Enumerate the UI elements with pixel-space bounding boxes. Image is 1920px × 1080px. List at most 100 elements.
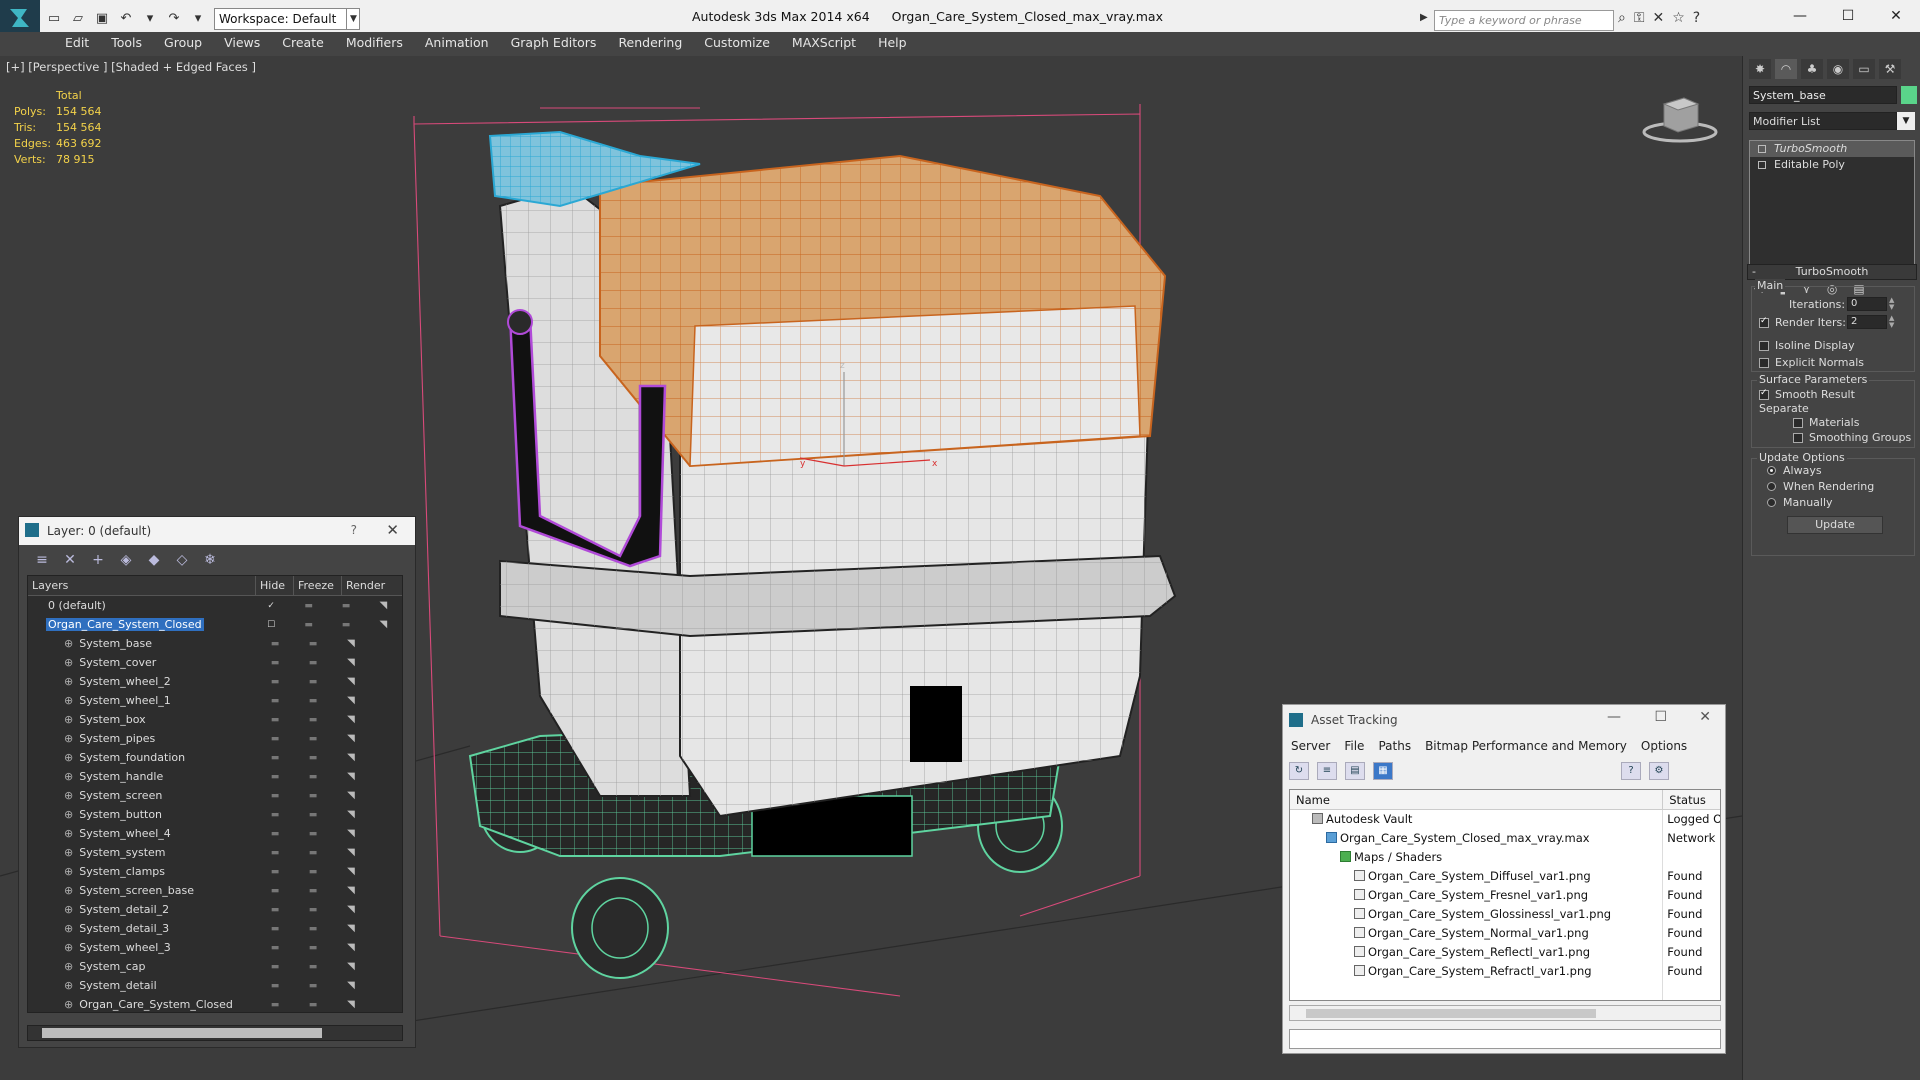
freeze-toggle[interactable]: ▬ — [327, 601, 364, 611]
open-file-icon[interactable]: ▱ — [68, 8, 88, 28]
app-menu-button[interactable] — [0, 0, 40, 36]
redo-icon[interactable]: ↷ — [164, 8, 184, 28]
hide-toggle[interactable]: ▬ — [256, 734, 294, 744]
asset-horizontal-scrollbar[interactable] — [1289, 1005, 1721, 1021]
freeze-toggle[interactable]: ▬ — [294, 962, 332, 972]
asset-row[interactable]: Organ_Care_System_Fresnel_var1.png Found — [1290, 886, 1720, 905]
hide-toggle[interactable]: ▬ — [256, 677, 294, 687]
render-toggle-icon[interactable]: ◥ — [365, 600, 402, 611]
layer-object-row[interactable]: ⊕ System_screen ▬ ▬ ◥ — [28, 786, 402, 805]
menu-bitmap-performance[interactable]: Bitmap Performance and Memory — [1425, 739, 1627, 757]
render-toggle-icon[interactable]: ◥ — [332, 847, 370, 858]
layer-object-row[interactable]: ⊕ System_detail_2 ▬ ▬ ◥ — [28, 900, 402, 919]
render-toggle-icon[interactable]: ◥ — [332, 904, 370, 915]
help-icon[interactable]: ? — [1621, 762, 1641, 780]
freeze-toggle[interactable]: ▬ — [294, 715, 332, 725]
layer-object-row[interactable]: ⊕ System_detail_3 ▬ ▬ ◥ — [28, 919, 402, 938]
menu-animation[interactable]: Animation — [414, 32, 500, 54]
spinner-arrows-icon[interactable]: ▲ ▼ — [1889, 297, 1897, 311]
layer-object-row[interactable]: ⊕ System_clamps ▬ ▬ ◥ — [28, 862, 402, 881]
menu-graph-editors[interactable]: Graph Editors — [500, 32, 608, 54]
maximize-button[interactable]: ☐ — [1654, 709, 1667, 725]
motion-tab-icon[interactable]: ◉ — [1827, 59, 1849, 79]
close-icon[interactable]: ✕ — [386, 521, 399, 539]
render-toggle-icon[interactable]: ◥ — [332, 638, 370, 649]
active-box-icon[interactable]: ☐ — [253, 620, 290, 630]
spinner-arrows-icon[interactable]: ▲ ▼ — [1889, 315, 1897, 329]
render-toggle-icon[interactable]: ◥ — [332, 828, 370, 839]
table-view-icon[interactable]: ▦ — [1373, 762, 1393, 780]
freeze-toggle[interactable]: ▬ — [294, 772, 332, 782]
undo-dropdown-icon[interactable]: ▾ — [140, 8, 160, 28]
hide-toggle[interactable]: ▬ — [256, 848, 294, 858]
hide-toggle[interactable]: ▬ — [256, 658, 294, 668]
hide-toggle[interactable]: ▬ — [290, 601, 327, 611]
new-file-icon[interactable]: ▭ — [44, 8, 64, 28]
lightbulb-icon[interactable] — [1758, 145, 1766, 153]
freeze-toggle[interactable]: ▬ — [327, 620, 364, 630]
materials-checkbox[interactable] — [1793, 418, 1803, 428]
help-icon[interactable]: ? — [351, 523, 357, 537]
asset-row[interactable]: Autodesk Vault Logged O — [1290, 810, 1720, 829]
freeze-toggle[interactable]: ▬ — [294, 924, 332, 934]
col-freeze[interactable]: Freeze — [294, 576, 342, 595]
asset-tracking-titlebar[interactable]: Asset Tracking — ☐ ✕ — [1283, 705, 1725, 735]
collapse-icon[interactable]: - — [1752, 265, 1756, 279]
freeze-toggle[interactable]: ▬ — [294, 943, 332, 953]
display-tab-icon[interactable]: ▭ — [1853, 59, 1875, 79]
menu-server[interactable]: Server — [1291, 739, 1330, 757]
col-name[interactable]: Name — [1290, 790, 1664, 809]
hide-toggle[interactable]: ▬ — [256, 1000, 294, 1010]
search-input[interactable]: Type a keyword or phrase — [1434, 10, 1614, 31]
stack-item-editable-poly[interactable]: Editable Poly — [1750, 157, 1914, 173]
render-toggle-icon[interactable]: ◥ — [365, 619, 402, 630]
freeze-toggle[interactable]: ▬ — [294, 696, 332, 706]
asset-row[interactable]: Organ_Care_System_Normal_var1.png Found — [1290, 924, 1720, 943]
menu-rendering[interactable]: Rendering — [607, 32, 693, 54]
hide-toggle[interactable]: ▬ — [256, 867, 294, 877]
render-toggle-icon[interactable]: ◥ — [332, 771, 370, 782]
create-tab-icon[interactable]: ✸ — [1749, 59, 1771, 79]
hide-toggle[interactable]: ▬ — [256, 886, 294, 896]
col-hide[interactable]: Hide — [256, 576, 294, 595]
freeze-toggle[interactable]: ▬ — [294, 905, 332, 915]
explicit-normals-checkbox[interactable] — [1759, 358, 1769, 368]
layer-row-selected[interactable]: Organ_Care_System_Closed ☐ ▬ ▬ ◥ — [28, 615, 402, 634]
render-toggle-icon[interactable]: ◥ — [332, 961, 370, 972]
render-toggle-icon[interactable]: ◥ — [332, 657, 370, 668]
col-render[interactable]: Render — [342, 576, 390, 595]
modify-tab-icon[interactable]: ◠ — [1775, 59, 1797, 79]
freeze-toggle[interactable]: ▬ — [294, 791, 332, 801]
expand-icon[interactable] — [1758, 161, 1766, 169]
asset-row[interactable]: Organ_Care_System_Reflectl_var1.png Found — [1290, 943, 1720, 962]
hide-toggle[interactable]: ▬ — [256, 943, 294, 953]
hide-toggle[interactable]: ▬ — [256, 791, 294, 801]
layer-object-row[interactable]: ⊕ System_wheel_3 ▬ ▬ ◥ — [28, 938, 402, 957]
star-icon[interactable]: ☆ — [1672, 10, 1685, 26]
hide-toggle[interactable]: ▬ — [256, 772, 294, 782]
utilities-tab-icon[interactable]: ⚒ — [1879, 59, 1901, 79]
refresh-icon[interactable]: ↻ — [1289, 762, 1309, 780]
layer-object-row[interactable]: ⊕ System_handle ▬ ▬ ◥ — [28, 767, 402, 786]
object-color-swatch[interactable] — [1901, 86, 1917, 104]
add-to-layer-icon[interactable]: + — [89, 551, 107, 569]
render-toggle-icon[interactable]: ◥ — [332, 980, 370, 991]
layer-object-row[interactable]: ⊕ System_wheel_1 ▬ ▬ ◥ — [28, 691, 402, 710]
layer-object-row[interactable]: ⊕ System_wheel_2 ▬ ▬ ◥ — [28, 672, 402, 691]
hide-toggle[interactable]: ▬ — [256, 715, 294, 725]
freeze-all-icon[interactable]: ❄ — [201, 551, 219, 569]
new-layer-icon[interactable]: ≡ — [33, 551, 51, 569]
freeze-toggle[interactable]: ▬ — [294, 886, 332, 896]
render-toggle-icon[interactable]: ◥ — [332, 885, 370, 896]
when-rendering-radio[interactable] — [1767, 482, 1776, 491]
render-toggle-icon[interactable]: ◥ — [332, 923, 370, 934]
render-toggle-icon[interactable]: ◥ — [332, 733, 370, 744]
hide-toggle[interactable]: ▬ — [256, 829, 294, 839]
menu-edit[interactable]: Edit — [54, 32, 100, 54]
asset-row[interactable]: Organ_Care_System_Diffusel_var1.png Found — [1290, 867, 1720, 886]
hierarchy-tab-icon[interactable]: ♣ — [1801, 59, 1823, 79]
freeze-toggle[interactable]: ▬ — [294, 867, 332, 877]
hide-toggle[interactable]: ▬ — [256, 639, 294, 649]
layer-object-row[interactable]: ⊕ System_cap ▬ ▬ ◥ — [28, 957, 402, 976]
save-file-icon[interactable]: ▣ — [92, 8, 112, 28]
